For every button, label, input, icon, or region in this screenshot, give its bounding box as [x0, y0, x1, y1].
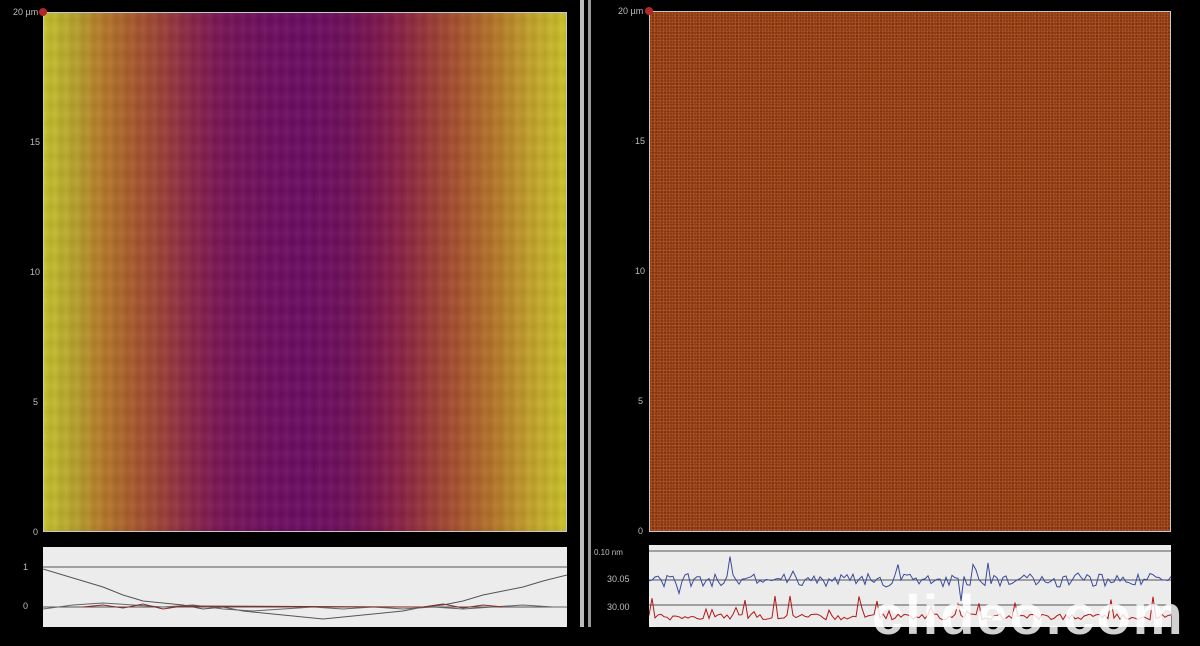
- left-y-tick-15: 15: [30, 137, 41, 147]
- right-y-axis-top-label: 20 µm: [618, 6, 644, 16]
- right-profile-tick-30-05: 30.05: [607, 574, 630, 584]
- left-y-tick-0: 0: [33, 527, 39, 537]
- left-height-map-image: [43, 12, 567, 532]
- right-y-tick-15: 15: [635, 136, 646, 146]
- right-y-tick-10: 10: [635, 266, 646, 276]
- right-height-map-image: [649, 11, 1171, 532]
- left-profile-trace-a: [43, 568, 567, 620]
- left-height-map-texture: [44, 13, 566, 531]
- right-y-tick-0: 0: [638, 526, 644, 536]
- left-profile-tick-1: 1: [23, 562, 29, 572]
- right-profile-tick-30-00: 30.00: [607, 602, 630, 612]
- left-line-profile-svg: [43, 566, 567, 620]
- right-y-tick-5: 5: [638, 396, 644, 406]
- left-y-tick-5: 5: [33, 397, 39, 407]
- right-height-map-texture: [650, 12, 1170, 531]
- watermark-text: clideo.com: [872, 583, 1185, 646]
- right-profile-unit-label: 0.10 nm: [594, 548, 623, 557]
- left-y-axis-top-label: 20 µm: [13, 7, 39, 17]
- panel-divider-left: [580, 0, 584, 627]
- left-y-tick-10: 10: [30, 267, 41, 277]
- left-origin-marker[interactable]: [39, 8, 47, 16]
- right-origin-marker[interactable]: [645, 7, 653, 15]
- left-profile-tick-0: 0: [23, 601, 29, 611]
- left-line-profile-plot: [43, 547, 567, 627]
